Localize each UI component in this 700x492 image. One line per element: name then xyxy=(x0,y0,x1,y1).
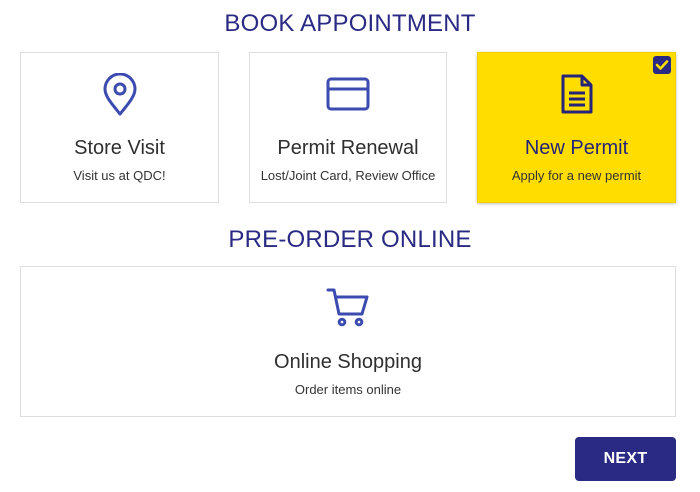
credit-card-icon xyxy=(250,77,446,111)
permit-renewal-subtitle: Lost/Joint Card, Review Office xyxy=(260,168,436,183)
store-visit-title: Store Visit xyxy=(74,137,165,159)
document-icon xyxy=(478,73,675,115)
permit-renewal-card[interactable]: Permit Renewal Lost/Joint Card, Review O… xyxy=(249,52,447,203)
store-visit-subtitle: Visit us at QDC! xyxy=(73,168,166,183)
online-shopping-card[interactable]: Online Shopping Order items online xyxy=(20,266,676,417)
checkmark-icon xyxy=(653,56,671,74)
shopping-cart-icon xyxy=(21,287,675,327)
permit-renewal-title: Permit Renewal xyxy=(277,137,419,159)
online-shopping-subtitle: Order items online xyxy=(294,382,402,397)
store-visit-card[interactable]: Store Visit Visit us at QDC! xyxy=(20,52,219,203)
pre-order-heading: PRE-ORDER ONLINE xyxy=(228,226,472,253)
new-permit-title: New Permit xyxy=(524,137,629,159)
new-permit-subtitle: Apply for a new permit xyxy=(511,168,642,183)
next-button[interactable]: NEXT xyxy=(575,437,676,481)
book-appointment-heading: BOOK APPOINTMENT xyxy=(224,10,476,37)
map-pin-icon xyxy=(21,73,218,117)
new-permit-card[interactable]: New Permit Apply for a new permit xyxy=(477,52,676,203)
online-shopping-title: Online Shopping xyxy=(274,351,422,373)
